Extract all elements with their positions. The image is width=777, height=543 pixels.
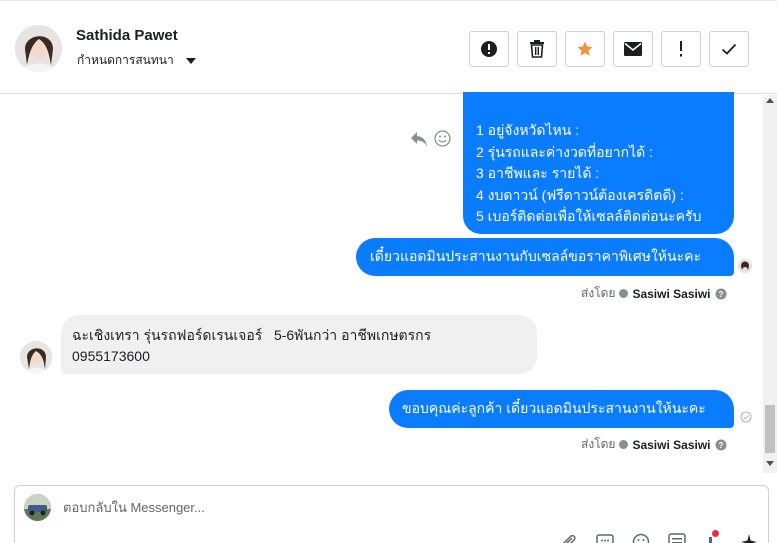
more-tools-button[interactable] [738,532,760,543]
assign-label: กำหนดการสนทนา [77,53,174,67]
emoji-icon [632,533,650,543]
message-text: ฉะเชิงเทรา รุ่นรถฟอร์ดเรนเจอร์ 5-6พันกว่… [72,327,432,343]
paperclip-icon [563,534,576,543]
sent-by-label: ส่งโดย Sasiwi Sasiwi ? [581,435,727,454]
message-line: 5 เบอร์ติดต่อเพื่อให้เซลล์ติดต่อนะครับ [476,208,702,224]
contact-name[interactable]: Sathida Pawet [76,27,178,44]
reply-input[interactable] [63,500,663,515]
follow-up-button[interactable] [661,31,701,67]
alert-circle-icon [481,41,497,57]
message-line: 1 อยู่จังหวัดไหน : [476,122,580,138]
mark-unread-button[interactable] [613,31,653,67]
sender-avatar[interactable] [20,341,52,373]
document-icon [668,533,686,543]
message-text: เดี๋ยวแอดมินประสานงานกับเซลล์ขอราคาพิเศษ… [370,248,701,264]
outgoing-message-bubble: ขอบคุณค่ะลูกค้า เดี๋ยวแอดมินประสานงานให้… [389,390,734,428]
composer-toolbar [558,530,760,543]
chat-template-icon [596,534,614,543]
verified-icon [619,289,629,298]
assign-conversation-dropdown[interactable]: กำหนดการสนทนา [77,51,196,70]
conversation-header: Sathida Pawet กำหนดการสนทนา [0,0,777,94]
outgoing-message-bubble: เดี๋ยวแอดมินประสานงานกับเซลล์ขอราคาพิเศษ… [356,238,734,276]
sender-name[interactable]: Sasiwi Sasiwi [632,438,710,452]
seen-avatar [738,259,752,273]
contact-avatar[interactable] [15,25,62,72]
caret-down-icon [185,57,196,64]
conversation-actions [469,31,749,67]
mark-spam-button[interactable] [469,31,509,67]
sparkle-icon [741,534,757,543]
page-avatar [24,494,51,521]
envelope-icon [624,42,642,56]
outgoing-message-bubble: 1 อยู่จังหวัดไหน : 2 รุ่นรถและค่างวดที่อ… [463,92,734,234]
scroll-down-arrow-icon[interactable] [766,461,774,466]
help-icon[interactable]: ? [715,288,727,300]
message-line: 3 อาชีพและ รายได้ : [476,165,600,181]
notification-dot [712,530,719,537]
sent-by-prefix: ส่งโดย [581,286,616,300]
message-line: 4 งบดาวน์ (ฟรีดาวน์ต้องเครดิตดี) : [476,186,684,203]
star-icon [577,41,593,56]
attach-button[interactable] [558,532,580,543]
message-text: ขอบคุณค่ะลูกค้า เดี๋ยวแอดมินประสานงานให้… [402,400,706,416]
exclamation-icon [680,41,682,57]
sender-name[interactable]: Sasiwi Sasiwi [632,287,710,301]
react-emoji-icon[interactable] [434,130,451,147]
svg-text:?: ? [718,290,723,299]
sent-by-label: ส่งโดย Sasiwi Sasiwi ? [581,284,727,303]
scroll-up-arrow-icon[interactable] [766,98,774,103]
form-button[interactable] [666,532,688,543]
delete-button[interactable] [517,31,557,67]
message-text: 0955173600 [72,348,150,364]
appointment-button[interactable] [702,530,724,543]
check-icon [721,43,737,55]
help-icon[interactable]: ? [715,439,727,451]
trash-icon [530,40,544,58]
inbox-conversation: Sathida Pawet กำหนดการสนทนา 1 อยู่จังหวั… [0,0,777,543]
delivered-check-icon [740,411,752,423]
incoming-message-bubble: ฉะเชิงเทรา รุ่นรถฟอร์ดเรนเจอร์ 5-6พันกว่… [61,315,537,374]
reply-composer [14,485,769,543]
emoji-button[interactable] [630,532,652,543]
reply-icon[interactable] [410,131,428,147]
saved-replies-button[interactable] [594,532,616,543]
svg-text:?: ? [718,441,723,450]
message-hover-actions [410,130,451,147]
mark-done-button[interactable] [709,31,749,67]
scrollbar-thumb[interactable] [765,405,775,453]
star-button[interactable] [565,31,605,67]
verified-icon [619,440,629,449]
sent-by-prefix: ส่งโดย [581,437,616,451]
message-line: 2 รุ่นรถและค่างวดที่อยากได้ : [476,143,653,160]
